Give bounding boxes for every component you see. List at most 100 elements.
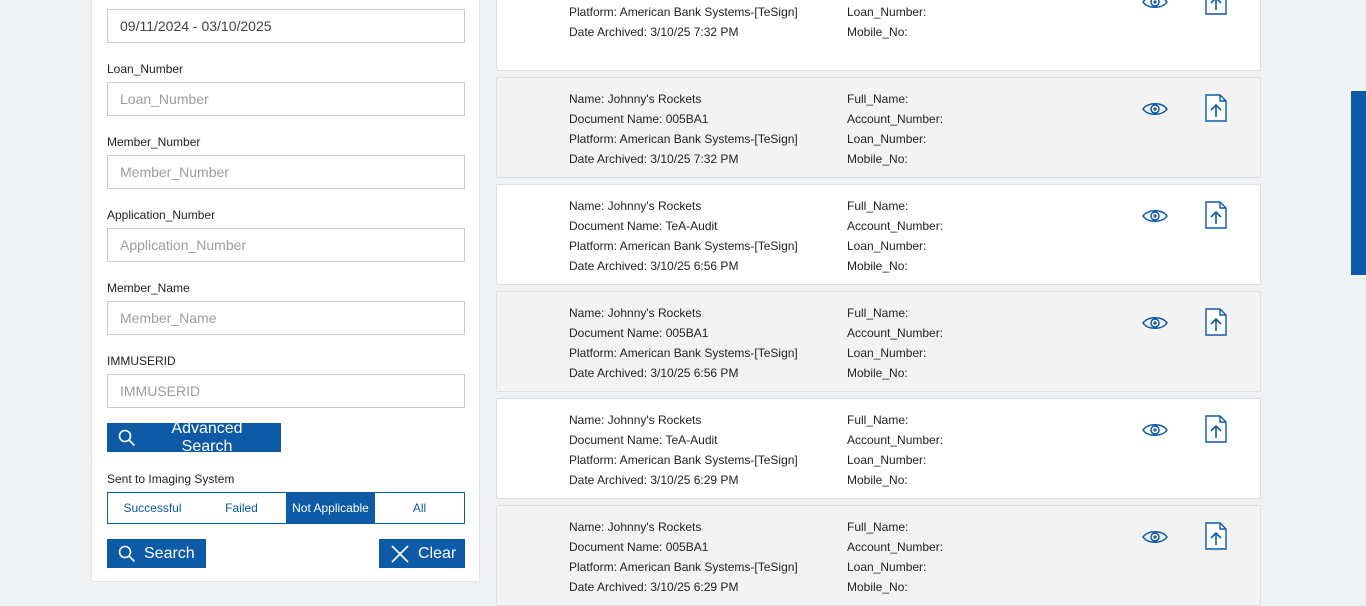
clear-button[interactable]: Clear xyxy=(379,539,465,568)
result-mobile-no: Mobile_No: xyxy=(847,25,908,39)
eye-icon[interactable] xyxy=(1141,528,1169,546)
result-full-name: Full_Name: xyxy=(847,306,909,320)
result-name: Name: Johnny's Rockets xyxy=(569,520,702,534)
result-loan-number: Loan_Number: xyxy=(847,453,927,467)
result-card: Document Name: TeA-AuditPlatform: Americ… xyxy=(496,0,1261,71)
result-name: Name: Johnny's Rockets xyxy=(569,306,702,320)
result-account-number: Account_Number: xyxy=(847,219,944,233)
result-card: Name: Johnny's Rockets Document Name: 005… xyxy=(496,505,1261,606)
result-card: Name: Johnny's Rockets Document Name: TeA… xyxy=(496,398,1261,499)
result-mobile-no: Mobile_No: xyxy=(847,473,908,487)
member-name-label: Member_Name xyxy=(107,281,190,295)
result-date-archived: Date Archived: 3/10/25 7:32 PM xyxy=(569,25,739,39)
result-loan-number: Loan_Number: xyxy=(847,560,927,574)
result-name: Name: Johnny's Rockets xyxy=(569,92,702,106)
close-icon xyxy=(391,544,409,563)
document-info: Name: Johnny's Rockets Document Name: TeA… xyxy=(569,410,798,490)
result-full-name: Full_Name: xyxy=(847,92,909,106)
member-number-label: Member_Number xyxy=(107,135,201,149)
result-account-number: Account_Number: xyxy=(847,433,944,447)
imaging-status-filter: Successful Failed Not Applicable All xyxy=(107,492,465,524)
member-name-input[interactable] xyxy=(107,301,465,335)
file-upload-icon[interactable] xyxy=(1205,308,1227,336)
result-date-archived: Date Archived: 3/10/25 6:56 PM xyxy=(569,259,739,273)
eye-icon[interactable] xyxy=(1141,0,1169,11)
result-document-name: Document Name: TeA-Audit xyxy=(569,433,718,447)
result-full-name: Full_Name: xyxy=(847,199,909,213)
result-date-archived: Date Archived: 3/10/25 6:29 PM xyxy=(569,473,739,487)
eye-icon[interactable] xyxy=(1141,100,1169,118)
search-icon xyxy=(118,429,136,446)
result-document-name: Document Name: TeA-Audit xyxy=(569,219,718,233)
result-account-number: Account_Number: xyxy=(847,326,944,340)
result-name: Name: Johnny's Rockets xyxy=(569,413,702,427)
member-info: Full_Name: Account_Number: Loan_Number: Mob… xyxy=(847,517,943,597)
side-scroll-tab[interactable] xyxy=(1351,91,1366,275)
result-card: Name: Johnny's Rockets Document Name: TeA… xyxy=(496,184,1261,285)
filter-not-applicable[interactable]: Not Applicable xyxy=(286,493,375,523)
result-loan-number: Loan_Number: xyxy=(847,239,927,253)
document-info: Document Name: TeA-AuditPlatform: Americ… xyxy=(569,0,798,42)
document-info: Name: Johnny's Rockets Document Name: 005… xyxy=(569,89,798,169)
file-upload-icon[interactable] xyxy=(1205,415,1227,443)
member-info: Full_Name: Account_Number: Loan_Number: Mob… xyxy=(847,410,943,490)
member-number-input[interactable] xyxy=(107,155,465,189)
search-button-label: Search xyxy=(144,544,195,562)
clear-button-label: Clear xyxy=(418,544,457,562)
result-platform: Platform: American Bank Systems-[TeSign] xyxy=(569,560,798,574)
sent-to-imaging-label: Sent to Imaging System xyxy=(107,472,235,486)
filter-all[interactable]: All xyxy=(375,493,464,523)
member-info: Full_Name: Account_Number: Loan_Number: Mob… xyxy=(847,303,943,383)
file-upload-icon[interactable] xyxy=(1205,0,1227,15)
eye-icon[interactable] xyxy=(1141,314,1169,332)
document-info: Name: Johnny's Rockets Document Name: 005… xyxy=(569,517,798,597)
result-account-number: Account_Number: xyxy=(847,540,944,554)
member-info: Account_Number:Loan_Number:Mobile_No: xyxy=(847,0,943,42)
member-info: Full_Name: Account_Number: Loan_Number: Mob… xyxy=(847,196,943,276)
result-name: Name: Johnny's Rockets xyxy=(569,199,702,213)
result-mobile-no: Mobile_No: xyxy=(847,366,908,380)
result-platform: Platform: American Bank Systems-[TeSign] xyxy=(569,5,798,19)
result-date-archived: Date Archived: 3/10/25 6:29 PM xyxy=(569,580,739,594)
search-button[interactable]: Search xyxy=(107,539,206,568)
filter-failed[interactable]: Failed xyxy=(197,493,286,523)
member-info: Full_Name: Account_Number: Loan_Number: Mob… xyxy=(847,89,943,169)
result-platform: Platform: American Bank Systems-[TeSign] xyxy=(569,453,798,467)
search-panel: Loan_Number Member_Number Application_Nu… xyxy=(91,0,480,582)
result-mobile-no: Mobile_No: xyxy=(847,580,908,594)
result-account-number: Account_Number: xyxy=(847,112,944,126)
result-document-name: Document Name: 005BA1 xyxy=(569,112,709,126)
loan-number-input[interactable] xyxy=(107,82,465,116)
file-upload-icon[interactable] xyxy=(1205,201,1227,229)
result-card: Name: Johnny's Rockets Document Name: 005… xyxy=(496,291,1261,392)
immuserid-label: IMMUSERID xyxy=(107,354,176,368)
result-card: Name: Johnny's Rockets Document Name: 005… xyxy=(496,77,1261,178)
file-upload-icon[interactable] xyxy=(1205,94,1227,122)
result-loan-number: Loan_Number: xyxy=(847,132,927,146)
result-document-name: Document Name: 005BA1 xyxy=(569,326,709,340)
search-icon xyxy=(118,545,136,562)
result-date-archived: Date Archived: 3/10/25 7:32 PM xyxy=(569,152,739,166)
result-date-archived: Date Archived: 3/10/25 6:56 PM xyxy=(569,366,739,380)
result-platform: Platform: American Bank Systems-[TeSign] xyxy=(569,132,798,146)
advanced-search-button[interactable]: Advanced Search xyxy=(107,420,281,455)
file-upload-icon[interactable] xyxy=(1205,522,1227,550)
application-number-input[interactable] xyxy=(107,228,465,262)
result-loan-number: Loan_Number: xyxy=(847,346,927,360)
filter-successful[interactable]: Successful xyxy=(108,493,197,523)
result-platform: Platform: American Bank Systems-[TeSign] xyxy=(569,346,798,360)
result-document-name: Document Name: 005BA1 xyxy=(569,540,709,554)
date-range-input[interactable] xyxy=(107,9,465,43)
application-number-label: Application_Number xyxy=(107,208,216,222)
document-info: Name: Johnny's Rockets Document Name: 005… xyxy=(569,303,798,383)
document-info: Name: Johnny's Rockets Document Name: TeA… xyxy=(569,196,798,276)
eye-icon[interactable] xyxy=(1141,421,1169,439)
result-full-name: Full_Name: xyxy=(847,413,909,427)
result-mobile-no: Mobile_No: xyxy=(847,152,908,166)
result-mobile-no: Mobile_No: xyxy=(847,259,908,273)
result-full-name: Full_Name: xyxy=(847,520,909,534)
advanced-search-label: Advanced Search xyxy=(171,419,243,455)
eye-icon[interactable] xyxy=(1141,207,1169,225)
loan-number-label: Loan_Number xyxy=(107,62,184,76)
immuserid-input[interactable] xyxy=(107,374,465,408)
